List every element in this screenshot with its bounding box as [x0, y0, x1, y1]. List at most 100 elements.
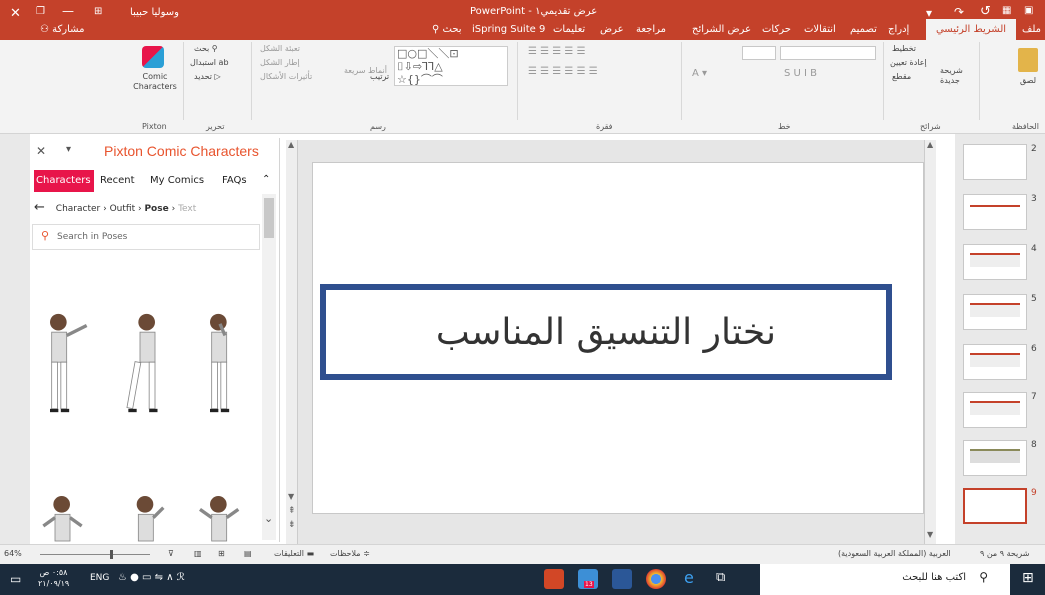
clock[interactable]: ٠:٥٨ ص ٢١/٠٩/١٩ [38, 567, 69, 589]
layout-button[interactable]: تخطيط [892, 44, 916, 53]
new-slide-button[interactable]: شريحة جديدة [940, 66, 976, 86]
tab-my-comics[interactable]: My Comics [150, 175, 204, 186]
paste-button[interactable]: لصق [1020, 76, 1036, 85]
tab-file[interactable]: ملف [1022, 24, 1041, 35]
paragraph-row-1[interactable]: ☰ ☰ ☰ ☰ ☰ [528, 46, 586, 57]
ribbon-display-icon[interactable]: ⊞ [94, 6, 102, 17]
replace-button[interactable]: استبدال ab [190, 58, 229, 67]
save-icon[interactable]: ▣ [1024, 5, 1033, 16]
scroll-up-icon[interactable]: ▲ [288, 140, 294, 149]
tab-recent[interactable]: Recent [100, 175, 135, 186]
canvas-scrollbar-right[interactable]: ▲ ▼ [924, 140, 936, 544]
scroll-down-icon[interactable]: ▼ [927, 530, 933, 539]
chevron-down-icon[interactable]: ⌄ [264, 512, 273, 525]
pose-thumbnail[interactable] [120, 486, 170, 542]
prev-slide-icon[interactable]: ⇞ [288, 506, 296, 516]
restore-icon[interactable]: ❐ [36, 6, 45, 17]
tab-faqs[interactable]: FAQs [222, 175, 247, 186]
scroll-down-icon[interactable]: ▼ [288, 492, 294, 501]
thumbnail-slide[interactable] [963, 294, 1027, 330]
zoom-level[interactable]: 64% [4, 549, 22, 558]
slide-text-box[interactable]: نختار التنسيق المناسب [320, 284, 892, 380]
font-decoration-buttons[interactable]: S U I B [784, 68, 817, 79]
redo-icon[interactable]: ↷ [954, 5, 964, 19]
find-button[interactable]: بحث ⚲ [194, 44, 218, 53]
pose-search-input[interactable]: ⚲ Search in Poses [32, 224, 260, 250]
taskbar-search-input[interactable]: اكتب هنا للبحث ⚲ [760, 564, 1010, 595]
pose-thumbnail[interactable] [195, 486, 245, 542]
present-icon[interactable]: ▦ [1002, 5, 1011, 16]
thumbnail-slide[interactable] [963, 392, 1027, 428]
notes-button[interactable]: ملاحظات ≑ [330, 549, 370, 558]
back-arrow-icon[interactable]: ← [34, 200, 45, 215]
zoom-slider[interactable] [40, 550, 150, 559]
close-icon[interactable]: ✕ [10, 6, 21, 21]
tab-characters[interactable]: Characters [34, 170, 94, 192]
tray-icons[interactable]: ♨ ● ▭ ⇋ ∧ ℛ [118, 572, 185, 583]
canvas-scrollbar-left[interactable]: ▲ ▼ ⇞ ⇟ [286, 140, 298, 544]
thumbnail-slide[interactable] [963, 344, 1027, 380]
reading-view-icon[interactable]: ▥ [194, 549, 202, 558]
qat-customize-icon[interactable]: ▾ [926, 6, 932, 20]
scroll-up-icon[interactable]: ▲ [927, 140, 933, 149]
pose-thumbnail[interactable] [195, 298, 245, 428]
task-view-icon[interactable]: ⧉ [716, 570, 725, 585]
tab-transitions[interactable]: انتقالات [804, 24, 836, 35]
pose-thumbnail[interactable] [40, 298, 90, 428]
app-taskbar-icon[interactable]: 13 [578, 569, 598, 589]
thumbnail-slide[interactable] [963, 144, 1027, 180]
tab-search[interactable]: ⚲ بحث [432, 24, 462, 35]
fit-slide-icon[interactable]: ⊽ [168, 549, 174, 558]
comments-button[interactable]: التعليقات ▬ [274, 549, 314, 558]
font-name-select[interactable] [780, 46, 876, 60]
comic-characters-button[interactable]: Comic Characters [128, 72, 182, 92]
zoom-slider-thumb[interactable] [110, 550, 113, 559]
thumbnail-slide-active[interactable] [963, 488, 1027, 524]
next-slide-icon[interactable]: ⇟ [288, 520, 296, 530]
tab-home[interactable]: الشريط الرئيسي [926, 19, 1016, 40]
tab-review[interactable]: مراجعة [636, 24, 666, 35]
arrange-button[interactable]: ترتيب [370, 72, 389, 81]
close-icon[interactable]: ✕ [36, 144, 46, 158]
tab-ispring[interactable]: iSpring Suite 9 [472, 24, 545, 35]
powerpoint-taskbar-icon[interactable] [544, 569, 564, 589]
user-name[interactable]: وسوليا حبيبا [130, 7, 179, 18]
tab-help[interactable]: تعليمات [553, 24, 585, 35]
notifications-icon[interactable]: ▭ [10, 572, 21, 586]
language-indicator[interactable]: ENG [90, 573, 109, 583]
tab-slideshow[interactable]: عرض الشرائح [692, 24, 751, 35]
section-button[interactable]: مقطع [892, 72, 911, 81]
language-status[interactable]: العربية (المملكة العربية السعودية) [838, 549, 951, 558]
pose-thumbnail[interactable] [120, 298, 170, 428]
sorter-view-icon[interactable]: ⊞ [218, 549, 225, 558]
undo-icon[interactable]: ↺ [980, 4, 991, 19]
pane-scrollbar[interactable]: ⌄ [262, 194, 276, 540]
select-button[interactable]: تحديد ▷ [194, 72, 221, 81]
scrollbar-thumb[interactable] [264, 198, 274, 238]
word-taskbar-icon[interactable] [612, 569, 632, 589]
shape-outline-button[interactable]: إطار الشكل [260, 58, 300, 67]
paragraph-row-2[interactable]: ☰ ☰ ☰ ☰ ☰ ☰ [528, 66, 598, 77]
thumbnail-slide[interactable] [963, 244, 1027, 280]
slide-title[interactable]: نختار التنسيق المناسب [436, 312, 776, 353]
edge-taskbar-icon[interactable]: e [684, 568, 694, 587]
tab-insert[interactable]: إدراج [888, 24, 909, 35]
thumbnail-slide[interactable] [963, 440, 1027, 476]
minimize-icon[interactable]: — [62, 4, 74, 18]
chevron-up-icon[interactable]: ⌃ [262, 174, 270, 185]
shape-effects-button[interactable]: تأثيرات الأشكال [260, 72, 312, 81]
font-size-select[interactable] [742, 46, 776, 60]
font-color-button[interactable]: A ▾ [692, 68, 707, 79]
tab-animations[interactable]: حركات [762, 24, 791, 35]
normal-view-icon[interactable]: ▤ [244, 549, 252, 558]
reset-button[interactable]: إعادة تعيين [890, 58, 927, 67]
chevron-down-icon[interactable]: ▾ [66, 144, 71, 155]
shapes-gallery[interactable]: □○□＼＼⊡ ⌷⇩⇨⅂⅂△ ☆{}⌒⌒ [394, 46, 508, 86]
windows-icon[interactable]: ⊞ [1022, 570, 1034, 586]
thumbnail-slide[interactable] [963, 194, 1027, 230]
chrome-taskbar-icon[interactable] [646, 569, 666, 589]
tab-design[interactable]: تصميم [850, 24, 877, 35]
shape-fill-button[interactable]: تعبئة الشكل [260, 44, 300, 53]
tab-view[interactable]: عرض [600, 24, 624, 35]
pose-thumbnail[interactable] [40, 486, 90, 542]
